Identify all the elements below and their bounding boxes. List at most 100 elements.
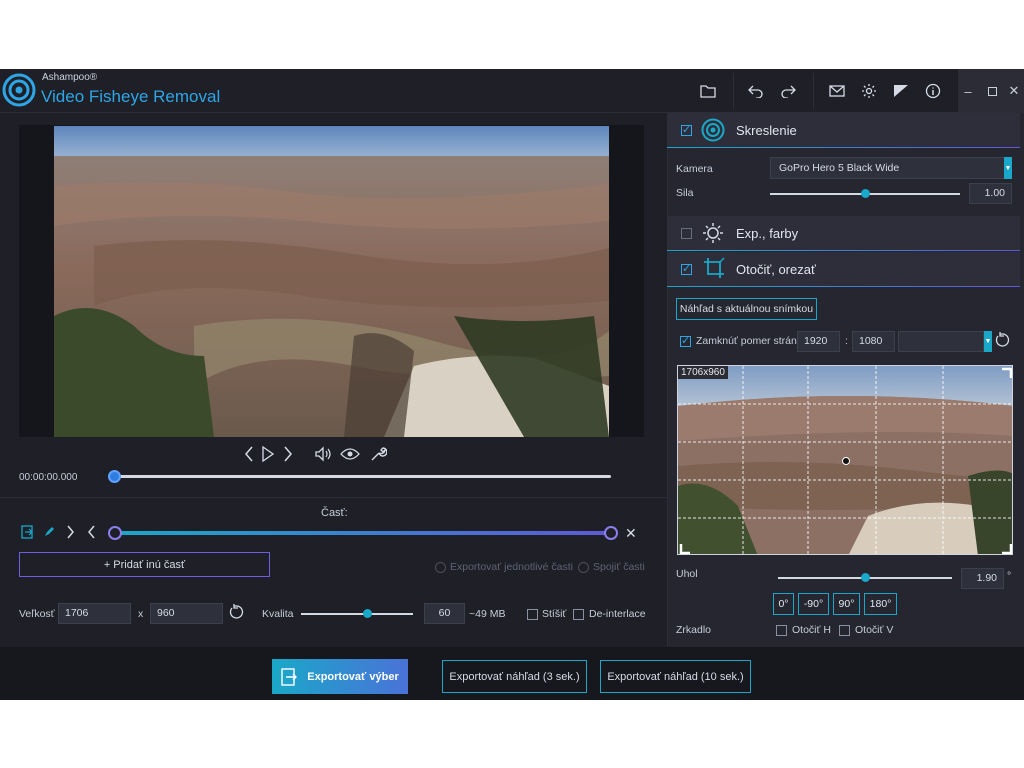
part-start-handle[interactable] [108,526,122,540]
volume-icon[interactable] [315,446,331,462]
preview-current-frame-button[interactable]: Náhľad s aktuálnou snímkou [676,298,817,320]
ratio-preset-select[interactable] [898,331,984,352]
toolbar-separator [733,73,734,109]
size-label: Veľkosť [19,608,55,620]
merge-parts-radio[interactable]: Spojiť časti [578,561,645,573]
marker-icon[interactable] [43,525,56,538]
angle-label: Uhol [676,568,698,580]
next-frame-icon[interactable] [283,446,293,462]
part-end-handle[interactable] [604,526,618,540]
camera-select[interactable]: GoPro Hero 5 Black Wide [770,157,1012,179]
video-frame [54,126,609,437]
strength-label: Sila [676,187,694,199]
height-input[interactable]: 960 [150,603,223,624]
folder-icon[interactable] [694,77,722,105]
mute-label: Stíšiť [542,608,567,620]
flip-h-checkbox[interactable] [776,625,787,636]
section-divider [667,147,1020,148]
eye-icon[interactable] [340,448,360,460]
gear-icon[interactable] [855,77,883,105]
prev-frame-icon[interactable] [244,446,254,462]
export-icon [281,667,298,686]
angle-180-button[interactable]: 180° [864,593,897,615]
angle-neg90-button[interactable]: -90° [798,593,829,615]
export-selection-label: Exportovať výber [307,670,399,683]
toolbar-separator [813,73,814,109]
section-divider [667,286,1020,287]
ratio-height-input[interactable]: 1080 [852,331,895,352]
reset-ratio-icon[interactable] [995,332,1010,347]
angle-unit: ° [1007,570,1012,582]
exposure-section-header[interactable]: Exp., farby [667,216,1020,250]
lock-ratio-label: Zamknúť pomer strán [696,335,797,347]
chevron-down-icon[interactable]: ▼ [1004,157,1012,179]
reset-size-icon[interactable] [229,604,244,619]
info-icon[interactable] [919,77,947,105]
flip-v-label: Otočiť V [855,624,894,636]
undo-icon[interactable] [742,77,770,105]
strength-input[interactable]: 1.00 [969,183,1012,204]
merge-parts-label: Spojiť časti [593,561,645,573]
fisheye-icon [701,118,725,142]
estimated-size: ~49 MB [469,608,506,620]
chevron-down-icon[interactable]: ▼ [984,331,992,352]
crop-icon [703,257,725,279]
app-window: Ashampoo® Video Fisheye Removal – ✕ 00:0… [0,69,1024,700]
part-range-track[interactable] [115,531,611,535]
close-icon[interactable]: ✕ [1004,81,1024,101]
sun-icon [702,222,724,244]
prev-part-icon[interactable] [87,525,96,539]
seek-handle[interactable] [108,470,121,483]
angle-input[interactable]: 1.90 [961,568,1004,589]
window-controls: – ✕ [958,69,1024,113]
angle-slider-handle[interactable] [860,573,870,582]
quality-slider[interactable] [301,613,413,615]
minimize-icon[interactable]: – [958,81,978,101]
lock-ratio-checkbox[interactable] [680,334,691,347]
redo-icon[interactable] [774,77,802,105]
quality-label: Kvalita [262,608,294,620]
flip-h-label: Otočiť H [792,624,831,636]
export-preview-10s-button[interactable]: Exportovať náhľad (10 sek.) [600,660,751,693]
rotate-checkbox[interactable] [681,262,692,275]
deinterlace-checkbox[interactable] [573,609,584,620]
part-label: Časť: [321,507,348,519]
flip-v-checkbox[interactable] [839,625,850,636]
seek-bar[interactable] [115,475,611,478]
rotate-title: Otočiť, orezať [736,261,816,277]
brand-vendor: Ashampoo® [42,72,98,83]
radio-dot [435,561,446,573]
export-individual-radio[interactable]: Exportovať jednotlivé časti [435,561,573,573]
app-title: Video Fisheye Removal [41,87,221,106]
next-part-icon[interactable] [66,525,75,539]
maximize-icon[interactable] [982,81,1002,101]
distortion-checkbox[interactable] [681,123,692,136]
exposure-checkbox[interactable] [681,228,692,239]
exposure-title: Exp., farby [736,225,799,241]
rotate-section-header[interactable]: Otočiť, orezať [667,252,1020,286]
quality-input[interactable]: 60 [424,603,465,624]
mail-icon[interactable] [823,77,851,105]
deinterlace-label: De-interlace [589,608,646,620]
distortion-title: Skreslenie [736,122,797,138]
strength-slider-handle[interactable] [860,189,870,198]
play-icon[interactable] [262,446,274,462]
angle-90-button[interactable]: 90° [833,593,860,615]
add-part-button[interactable]: + Pridať inú časť [19,552,270,577]
crop-preview[interactable] [677,365,1013,555]
export-part-icon[interactable] [21,525,33,539]
ratio-width-input[interactable]: 1920 [797,331,840,352]
width-input[interactable]: 1706 [58,603,131,624]
remove-part-icon[interactable]: ✕ [625,525,637,542]
section-divider [667,250,1020,251]
theme-icon[interactable] [887,77,915,105]
wrench-icon[interactable] [370,445,387,462]
export-preview-3s-button[interactable]: Exportovať náhľad (3 sek.) [442,660,587,693]
camera-label: Kamera [676,163,713,175]
quality-slider-handle[interactable] [362,609,372,618]
size-separator: x [138,608,144,620]
distortion-section-header[interactable]: Skreslenie [667,113,1020,147]
export-selection-button[interactable]: Exportovať výber [272,659,408,694]
angle-0-button[interactable]: 0° [773,593,794,615]
mute-checkbox[interactable] [527,609,538,620]
